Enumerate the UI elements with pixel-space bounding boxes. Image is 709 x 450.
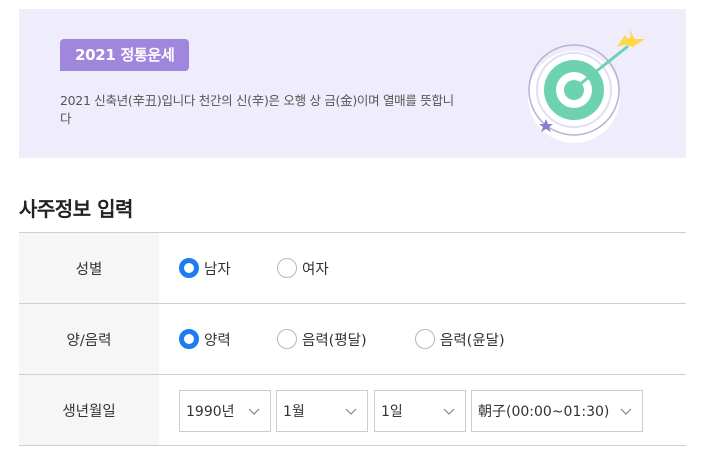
birthdate-row: 생년월일 1990년 1월 1일 朝子(00:00~01:30)	[19, 375, 686, 446]
birthdate-label: 생년월일	[19, 375, 159, 445]
day-select[interactable]: 1일	[374, 390, 466, 432]
fortune-banner: 2021 정통운세 2021 신축년(辛丑)입니다 천간의 신(辛)은 오행 상…	[19, 9, 686, 158]
radio-unselected-icon	[277, 258, 297, 278]
hour-select[interactable]: 朝子(00:00~01:30)	[471, 390, 643, 432]
month-value: 1월	[283, 404, 305, 420]
year-value: 1990년	[186, 404, 235, 420]
radio-label: 음력(윤달)	[440, 332, 505, 349]
gender-row: 성별 남자 여자	[19, 233, 686, 304]
hour-value: 朝子(00:00~01:30)	[478, 404, 610, 420]
chevron-down-icon	[620, 408, 632, 415]
gender-label: 성별	[19, 233, 159, 303]
target-arrow-icon	[528, 29, 645, 143]
banner-description: 2021 신축년(辛丑)입니다 천간의 신(辛)은 오행 상 금(金)이며 열매…	[60, 93, 454, 126]
calendar-row: 양/음력 양력 음력(평달) 음력(윤달)	[19, 304, 686, 375]
chevron-down-icon	[345, 408, 357, 415]
radio-selected-icon	[179, 258, 199, 278]
banner-badge: 2021 정통운세	[60, 39, 190, 71]
gender-female-radio[interactable]: 여자	[277, 258, 329, 279]
radio-selected-icon	[179, 329, 199, 349]
radio-label: 양력	[204, 332, 231, 349]
radio-unselected-icon	[415, 329, 435, 349]
calendar-lunar-normal-radio[interactable]: 음력(평달)	[277, 329, 367, 350]
gender-male-radio[interactable]: 남자	[179, 258, 231, 279]
day-value: 1일	[381, 404, 403, 420]
radio-label: 음력(평달)	[302, 332, 367, 349]
radio-label: 남자	[204, 261, 231, 278]
calendar-lunar-leap-radio[interactable]: 음력(윤달)	[415, 329, 505, 350]
section-title: 사주정보 입력	[19, 197, 133, 221]
radio-label: 여자	[302, 261, 329, 278]
calendar-label: 양/음력	[19, 304, 159, 374]
chevron-down-icon	[248, 408, 260, 415]
chevron-down-icon	[443, 408, 455, 415]
month-select[interactable]: 1월	[276, 390, 368, 432]
saju-form: 성별 남자 여자 양/음력 양력 음력(평달) 음력(윤달) 생년월일 1990…	[19, 232, 686, 446]
radio-unselected-icon	[277, 329, 297, 349]
calendar-solar-radio[interactable]: 양력	[179, 329, 231, 350]
year-select[interactable]: 1990년	[179, 390, 271, 432]
